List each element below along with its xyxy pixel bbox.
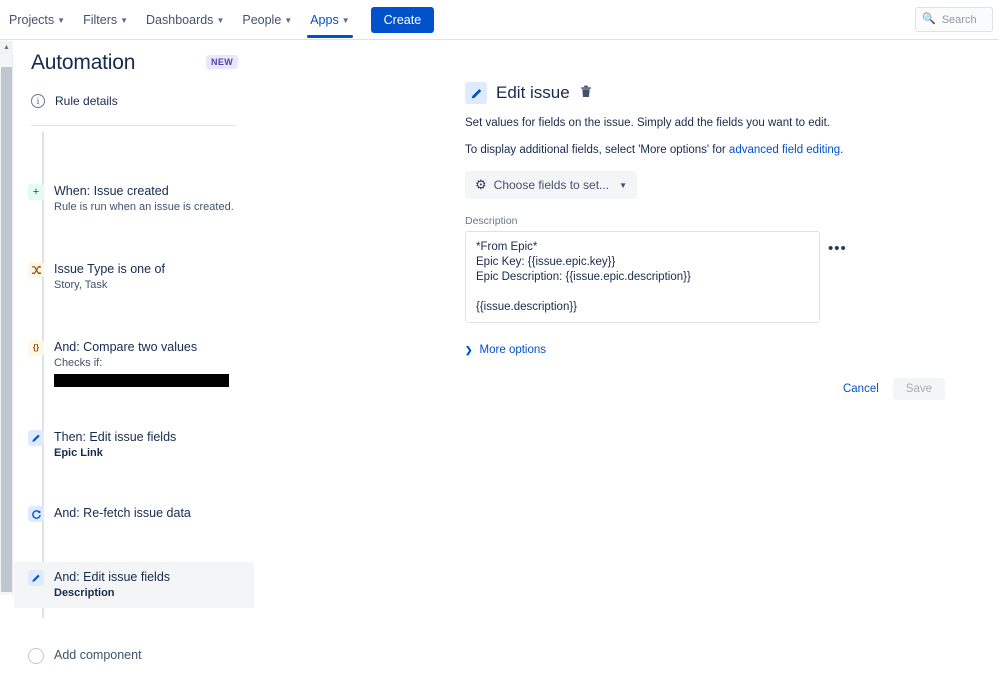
trash-icon[interactable]: [580, 85, 592, 101]
component-title: When: Issue created: [54, 184, 169, 198]
component-subtitle: Rule is run when an issue is created.: [54, 201, 234, 213]
description-field-row: •••: [465, 231, 985, 323]
plus-icon: +: [28, 184, 44, 200]
panel-description-suffix: .: [840, 144, 844, 156]
gear-icon: ⚙: [475, 177, 487, 192]
chevron-down-icon: ▼: [120, 16, 129, 25]
rule-component-list: + When: Issue created Rule is run when a…: [14, 132, 254, 674]
refresh-icon-svg: [31, 509, 41, 519]
component-subtitle: Epic Link: [54, 447, 103, 459]
panel-actions: Cancel Save: [465, 377, 945, 400]
component-subtitle: Checks if:: [54, 357, 103, 369]
component-title: Then: Edit issue fields: [54, 430, 177, 444]
scrollbar-thumb[interactable]: [1, 67, 12, 592]
refresh-icon: [28, 506, 44, 522]
chevron-down-icon: ▼: [57, 16, 66, 25]
chevron-down-icon: ▼: [216, 16, 225, 25]
component-subtitle: Story, Task: [54, 279, 108, 291]
component-when-issue-created[interactable]: + When: Issue created Rule is run when a…: [14, 176, 254, 222]
rule-details-label: Rule details: [55, 94, 118, 108]
nav-item-label: People: [242, 12, 282, 27]
more-options-toggle[interactable]: ❯ More options: [465, 344, 546, 356]
edit-issue-panel: Edit issue Set values for fields on the …: [465, 82, 985, 400]
automation-sidebar: Automation NEW i Rule details + When: Is…: [14, 41, 254, 664]
component-title: And: Re-fetch issue data: [54, 506, 191, 520]
nav-item-label: Apps: [310, 12, 339, 27]
panel-header: Edit issue: [465, 82, 985, 104]
nav-item-filters[interactable]: Filters ▼: [74, 0, 137, 40]
plus-circle-icon: [28, 648, 44, 664]
panel-description-line-1: Set values for fields on the issue. Simp…: [465, 117, 831, 129]
pencil-icon: [28, 570, 44, 586]
chevron-down-icon: ▼: [341, 16, 350, 25]
component-and-edit-issue-fields[interactable]: And: Edit issue fields Description: [14, 562, 254, 608]
add-component-label: Add component: [54, 648, 142, 662]
page-title: Automation: [31, 51, 136, 74]
sidebar-item-rule-details[interactable]: i Rule details: [31, 94, 118, 108]
nav-item-projects[interactable]: Projects ▼: [0, 0, 74, 40]
nav-item-label: Projects: [9, 12, 55, 27]
pencil-icon-svg: [471, 88, 481, 98]
sidebar-divider: [31, 125, 236, 126]
choose-fields-label: Choose fields to set...: [493, 178, 610, 192]
add-component-button[interactable]: Add component: [14, 640, 254, 674]
nav-item-label: Filters: [83, 12, 118, 27]
pencil-icon: [28, 430, 44, 446]
cancel-button[interactable]: Cancel: [835, 378, 887, 400]
search-input[interactable]: [939, 12, 986, 27]
create-button[interactable]: Create: [370, 6, 435, 33]
component-refetch-issue-data[interactable]: And: Re-fetch issue data: [14, 498, 254, 532]
description-field-label: Description: [465, 215, 518, 227]
nav-item-people[interactable]: People ▼: [233, 0, 301, 40]
branch-icon-svg: [31, 265, 41, 274]
pencil-icon-svg: [32, 574, 40, 582]
scroll-up-arrow-icon[interactable]: ▲: [0, 41, 13, 54]
component-title: Issue Type is one of: [54, 262, 165, 276]
branch-icon: [28, 262, 44, 278]
new-badge: NEW: [206, 55, 239, 69]
search-box[interactable]: 🔍: [915, 7, 993, 32]
advanced-field-editing-link[interactable]: advanced field editing: [729, 144, 840, 156]
chevron-right-icon: ❯: [465, 344, 473, 355]
save-button[interactable]: Save: [892, 377, 945, 400]
panel-description-prefix: To display additional fields, select 'Mo…: [465, 144, 729, 156]
pencil-icon: [465, 82, 487, 104]
nav-item-label: Dashboards: [146, 12, 214, 27]
panel-description-line-2: To display additional fields, select 'Mo…: [465, 142, 985, 158]
component-title: And: Compare two values: [54, 340, 198, 354]
choose-fields-dropdown[interactable]: ⚙ Choose fields to set... ▼: [465, 171, 637, 199]
chevron-down-icon: ▼: [284, 16, 293, 25]
braces-icon: {}: [28, 340, 44, 356]
search-icon: 🔍: [922, 13, 936, 25]
more-options-label: More options: [479, 344, 547, 356]
page-scrollbar[interactable]: ▲: [0, 41, 13, 595]
nav-item-apps[interactable]: Apps ▼: [301, 0, 358, 40]
component-then-edit-issue-fields[interactable]: Then: Edit issue fields Epic Link: [14, 422, 254, 468]
ellipsis-icon[interactable]: •••: [828, 241, 847, 256]
pencil-icon-svg: [32, 434, 40, 442]
top-navigation-bar: Projects ▼ Filters ▼ Dashboards ▼ People…: [0, 0, 999, 40]
component-subtitle: Description: [54, 587, 115, 599]
nav-item-dashboards[interactable]: Dashboards ▼: [137, 0, 233, 40]
trash-icon-svg: [580, 85, 591, 97]
panel-title: Edit issue: [496, 83, 570, 102]
redacted-value-bar: [54, 374, 229, 387]
chevron-down-icon: ▼: [619, 180, 627, 190]
component-compare-two-values[interactable]: {} And: Compare two values Checks if:: [14, 332, 254, 394]
component-title: And: Edit issue fields: [54, 570, 171, 584]
description-input[interactable]: [465, 231, 820, 323]
component-issue-type-condition[interactable]: Issue Type is one of Story, Task: [14, 254, 254, 300]
info-icon: i: [31, 94, 45, 108]
